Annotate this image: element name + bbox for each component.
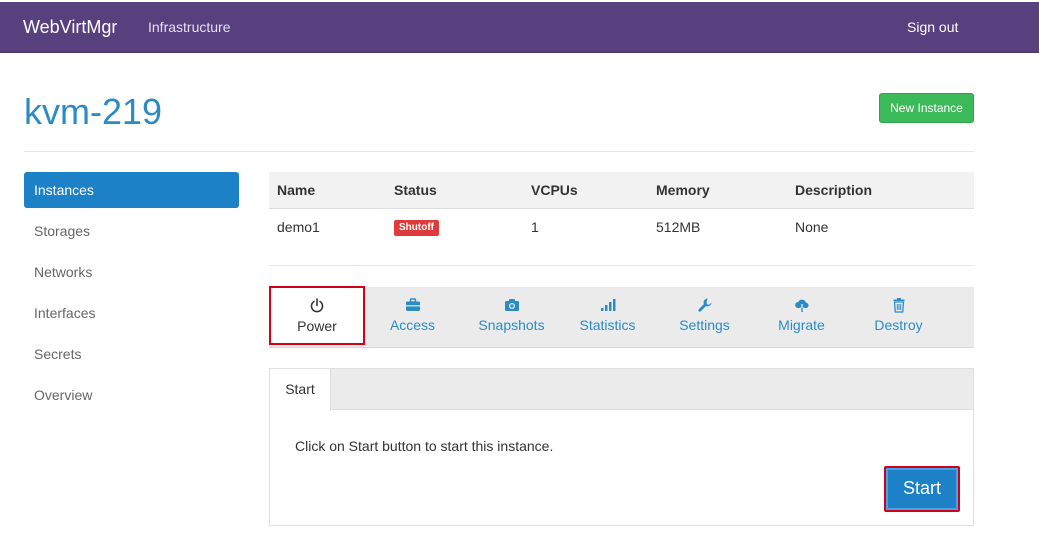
tab-statistics[interactable]: Statistics bbox=[559, 287, 656, 345]
tab-start[interactable]: Start bbox=[270, 369, 331, 411]
instance-memory: 512MB bbox=[656, 219, 701, 235]
tab-migrate-label: Migrate bbox=[778, 317, 825, 333]
status-badge: Shutoff bbox=[394, 220, 439, 237]
camera-icon bbox=[504, 299, 519, 311]
tab-destroy-label: Destroy bbox=[874, 317, 923, 333]
instance-description: None bbox=[795, 219, 829, 235]
col-header-vcpus: VCPUs bbox=[531, 182, 578, 198]
tab-snapshots-label: Snapshots bbox=[478, 317, 545, 333]
new-instance-button[interactable]: New Instance bbox=[879, 93, 974, 123]
sidebar-item-storages[interactable]: Storages bbox=[24, 213, 239, 249]
start-instructions: Click on Start button to start this inst… bbox=[295, 438, 554, 454]
power-panel-tabs: Start bbox=[270, 369, 973, 411]
table-row[interactable]: demo1 Shutoff 1 512MB None bbox=[269, 209, 974, 246]
sidebar-item-secrets[interactable]: Secrets bbox=[24, 336, 239, 372]
tab-migrate[interactable]: Migrate bbox=[753, 287, 850, 345]
instance-action-bar: Power Access Snapshots Statistics Settin… bbox=[269, 286, 974, 348]
col-header-memory: Memory bbox=[656, 182, 710, 198]
sidebar-item-instances[interactable]: Instances bbox=[24, 172, 239, 208]
signal-bars-icon bbox=[600, 299, 615, 311]
briefcase-icon bbox=[405, 298, 420, 311]
table-divider bbox=[269, 265, 974, 266]
table-header: Name Status VCPUs Memory Description bbox=[269, 172, 974, 209]
page-title: kvm-219 bbox=[24, 91, 163, 132]
start-button[interactable]: Start bbox=[884, 466, 960, 512]
col-header-status: Status bbox=[394, 182, 437, 198]
tab-power-label: Power bbox=[297, 318, 337, 334]
col-header-name: Name bbox=[277, 182, 316, 198]
tab-access-label: Access bbox=[389, 317, 436, 333]
tab-snapshots[interactable]: Snapshots bbox=[463, 287, 560, 345]
tab-settings-label: Settings bbox=[679, 317, 730, 333]
header-divider bbox=[24, 151, 974, 152]
top-navbar: WebVirtMgr Infrastructure Sign out bbox=[0, 2, 1039, 53]
sign-out-link[interactable]: Sign out bbox=[907, 19, 958, 35]
brand-link[interactable]: WebVirtMgr bbox=[23, 17, 117, 38]
sidebar: Instances Storages Networks Interfaces S… bbox=[24, 172, 239, 418]
instances-table: Name Status VCPUs Memory Description dem… bbox=[269, 172, 974, 246]
power-icon bbox=[310, 298, 324, 313]
trash-icon bbox=[893, 298, 904, 313]
cloud-download-icon bbox=[794, 299, 809, 312]
sidebar-item-overview[interactable]: Overview bbox=[24, 377, 239, 413]
instance-vcpus: 1 bbox=[531, 219, 539, 235]
col-header-description: Description bbox=[795, 182, 873, 198]
sidebar-item-networks[interactable]: Networks bbox=[24, 254, 239, 290]
tab-power[interactable]: Power bbox=[269, 286, 365, 345]
wrench-icon bbox=[697, 298, 711, 312]
power-panel: Start Click on Start button to start thi… bbox=[269, 368, 974, 526]
instance-name[interactable]: demo1 bbox=[269, 209, 386, 246]
status-cell: Shutoff bbox=[386, 209, 523, 246]
tab-settings[interactable]: Settings bbox=[656, 287, 753, 345]
nav-infrastructure[interactable]: Infrastructure bbox=[148, 19, 230, 35]
sidebar-item-interfaces[interactable]: Interfaces bbox=[24, 295, 239, 331]
tab-destroy[interactable]: Destroy bbox=[850, 287, 947, 345]
tab-statistics-label: Statistics bbox=[579, 317, 636, 333]
tab-access[interactable]: Access bbox=[364, 287, 461, 345]
